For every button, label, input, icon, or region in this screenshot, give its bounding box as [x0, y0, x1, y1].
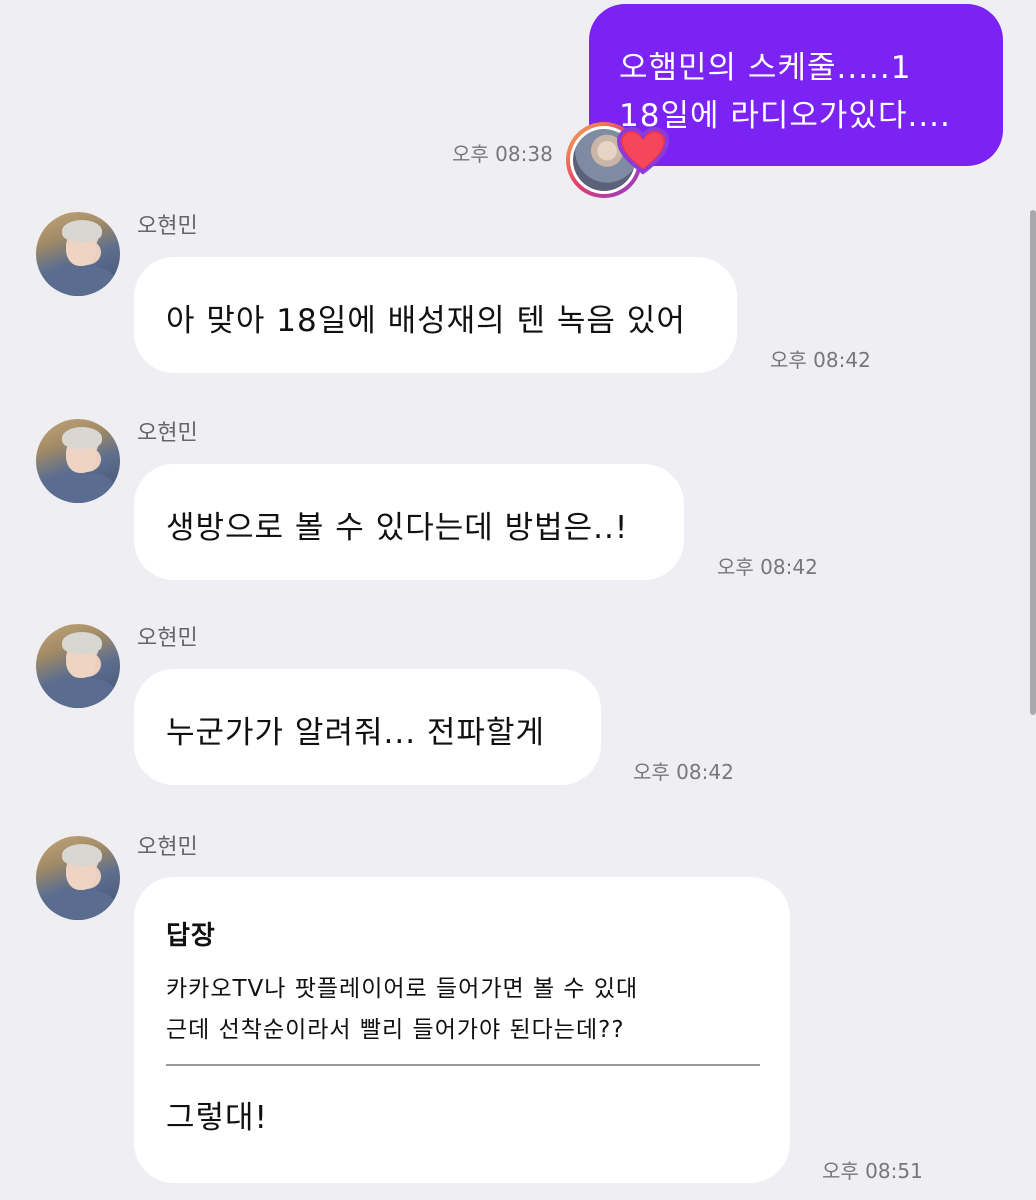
message-time: 오후 08:42 — [770, 348, 871, 372]
scrollbar[interactable] — [1030, 0, 1036, 1200]
reply-message-bubble[interactable]: 답장 카카오TV나 팟플레이어로 들어가면 볼 수 있대 근데 선착순이라서 빨… — [134, 877, 790, 1183]
outgoing-message-line: 18일에 라디오가있다.... — [619, 98, 951, 134]
avatar[interactable] — [36, 836, 120, 920]
quoted-text-line: 카카오TV나 팟플레이어로 들어가면 볼 수 있대 — [166, 976, 639, 1002]
sender-name: 오현민 — [137, 626, 198, 651]
sender-name: 오현민 — [137, 214, 198, 239]
message-time: 오후 08:51 — [822, 1159, 923, 1183]
message-bubble[interactable]: 생방으로 볼 수 있다는데 방법은..! — [134, 464, 684, 580]
outgoing-message-line: 오햄민의 스케줄.....1 — [619, 50, 912, 86]
sender-name: 오현민 — [137, 421, 198, 446]
reply-divider — [166, 1064, 760, 1066]
message-bubble[interactable]: 누군가가 알려줘... 전파할게 — [134, 669, 601, 785]
message-text: 아 맞아 18일에 배성재의 텐 녹음 있어 — [166, 303, 686, 339]
scrollbar-thumb[interactable] — [1030, 210, 1036, 715]
message-bubble[interactable]: 아 맞아 18일에 배성재의 텐 녹음 있어 — [134, 257, 737, 373]
message-time: 오후 08:42 — [633, 760, 734, 784]
avatar[interactable] — [36, 212, 120, 296]
message-text: 누군가가 알려줘... 전파할게 — [166, 715, 545, 751]
message-time: 오후 08:42 — [717, 555, 818, 579]
avatar[interactable] — [36, 624, 120, 708]
heart-icon — [616, 126, 670, 175]
reply-label: 답장 — [166, 921, 216, 951]
message-time: 오후 08:38 — [452, 142, 553, 166]
message-text: 생방으로 볼 수 있다는데 방법은..! — [166, 510, 629, 546]
avatar[interactable] — [36, 419, 120, 503]
sender-name: 오현민 — [137, 835, 198, 860]
message-text: 그렇대! — [166, 1100, 268, 1136]
quoted-text-line: 근데 선착순이라서 빨리 들어가야 된다는데?? — [166, 1017, 625, 1043]
